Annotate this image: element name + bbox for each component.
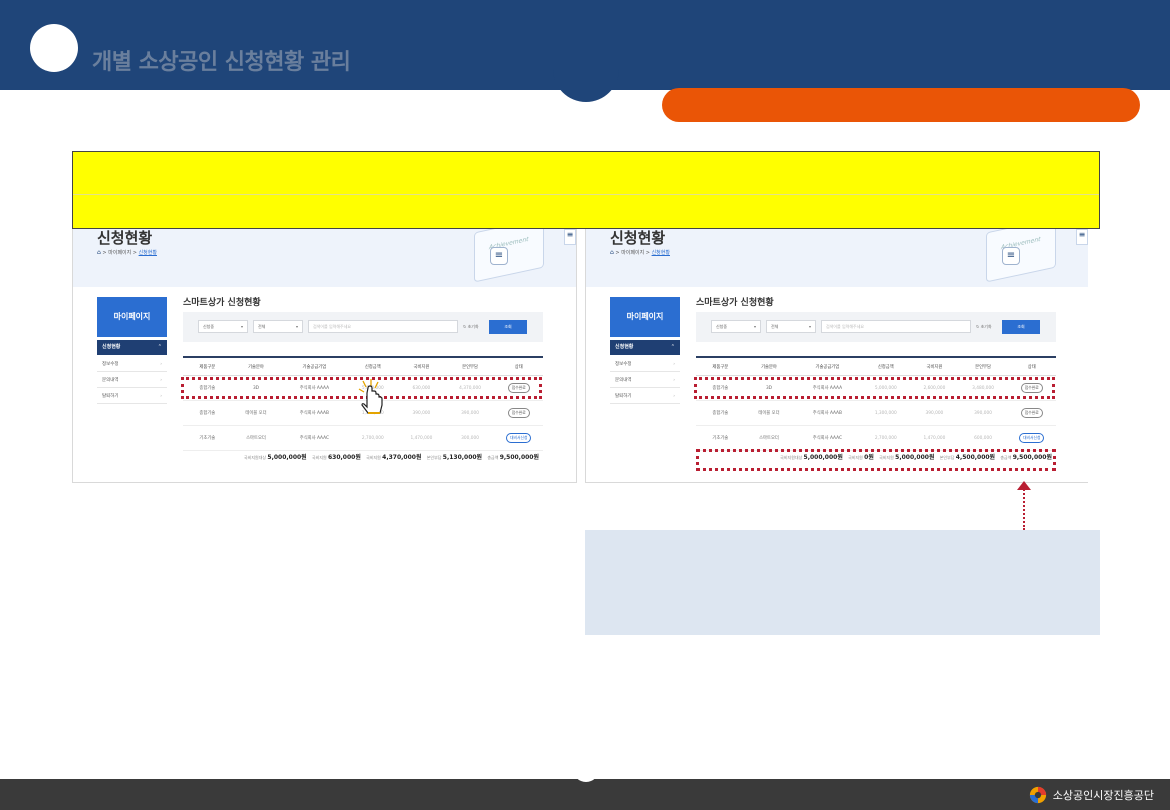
chevron-up-icon: ⌃ [157, 344, 162, 350]
chevron-right-icon: › [673, 378, 675, 383]
org-logo: 소상공인시장진흥공단 [1029, 786, 1154, 804]
chevron-down-icon: ▾ [753, 324, 756, 329]
status-select[interactable]: 신청중 ▾ [711, 320, 761, 333]
search-button[interactable]: 조회 [1002, 320, 1040, 334]
status-badge[interactable]: 접수완료 [507, 408, 530, 418]
panel-page-title: 신청현황 [610, 229, 666, 247]
chevron-down-icon: ▾ [240, 324, 243, 329]
status-badge[interactable]: 대비서신청 [505, 433, 532, 443]
org-logo-icon [1029, 786, 1046, 804]
home-icon[interactable]: ⌂ [97, 249, 101, 256]
table-row[interactable]: 기초기술 스마트오더 주식회사 AAAC 2,700,000 1,470,000… [696, 426, 1056, 451]
sidebar-item[interactable]: 탈퇴하기 › [610, 389, 680, 404]
filter-bar: 신청중 ▾ 전체 ▾ 검색어를 입력해주세요 ↻ 초기화 조회 [696, 312, 1056, 342]
section-title: 스마트상가 신청현황 [696, 298, 774, 308]
page-title: 개별 소상공인 신청현황 관리 [92, 50, 351, 75]
breadcrumb: ⌂ > 마이페이지 > 신청현황 [97, 249, 157, 256]
breadcrumb-current[interactable]: 신청현황 [652, 250, 670, 256]
hand-cursor-icon [353, 377, 393, 417]
highlight-row-box [694, 377, 1055, 399]
status-badge[interactable]: 대비서신청 [1018, 433, 1045, 443]
filter-bar: 신청중 ▾ 전체 ▾ 검색어를 입력해주세요 ↻ 초기화 조회 [183, 312, 543, 342]
orange-label-bar [662, 88, 1140, 122]
type-select[interactable]: 전체 ▾ [766, 320, 816, 333]
status-badge[interactable]: 접수완료 [1020, 408, 1043, 418]
sidebar-item[interactable]: 정보수정 › [97, 357, 167, 372]
breadcrumb-item[interactable]: 마이페이지 [108, 250, 131, 256]
header-tab-notch [553, 62, 619, 102]
annotation-arrow-line [1023, 486, 1025, 530]
menu-edge-icon[interactable]: ≡ [1076, 229, 1088, 245]
home-icon[interactable]: ⌂ [610, 249, 614, 256]
sidebar-item[interactable]: 정보수정 › [610, 357, 680, 372]
chevron-right-icon: › [160, 394, 162, 399]
breadcrumb-current[interactable]: 신청현황 [139, 250, 157, 256]
sidebar-item[interactable]: 문의내역 › [610, 373, 680, 388]
sidebar-heading: 마이페이지 [97, 297, 167, 337]
table-row[interactable]: 기초기술 스마트오더 주식회사 AAAC 2,700,000 1,470,000… [183, 426, 543, 451]
chevron-up-icon: ⌃ [670, 344, 675, 350]
summary-totals: 국비지원대상 5,000,000원 국비지원 630,000원 국비지원 4,3… [244, 454, 539, 461]
panel-banner: 신청현황 ⌂ > 마이페이지 > 신청현황 Achievement ≡ ≡ [73, 219, 576, 287]
sidebar-item[interactable]: 탈퇴하기 › [97, 389, 167, 404]
reset-button[interactable]: ↻ 초기화 [463, 320, 479, 333]
sidebar-item-active[interactable]: 신청현황 ⌃ [97, 340, 167, 355]
menu-edge-icon[interactable]: ≡ [564, 229, 576, 245]
arrow-up-icon [1017, 481, 1031, 490]
note-box [585, 530, 1100, 635]
footer-bar [0, 779, 1170, 810]
screenshot-after: 신청현황 ⌂ > 마이페이지 > 신청현황 Achievement ≡ ≡ 마이… [585, 218, 1088, 483]
banner-divider [73, 194, 1099, 195]
org-name: 소상공인시장진흥공단 [1052, 789, 1154, 802]
chevron-right-icon: › [673, 394, 675, 399]
table-header: 제품구분 기술분야 기술공급기업 신청금액 국비지원 본인부담 상태 [183, 356, 543, 376]
menu-icon[interactable]: ≡ [490, 247, 508, 265]
panel-page-title: 신청현황 [97, 229, 153, 247]
sidebar-item-active[interactable]: 신청현황 ⌃ [610, 340, 680, 355]
sidebar-heading: 마이페이지 [610, 297, 680, 337]
chevron-right-icon: › [160, 362, 162, 367]
search-input[interactable]: 검색어를 입력해주세요 [308, 320, 458, 333]
menu-icon[interactable]: ≡ [1002, 247, 1020, 265]
panel-banner: 신청현황 ⌂ > 마이페이지 > 신청현황 Achievement ≡ ≡ [586, 219, 1088, 287]
search-input[interactable]: 검색어를 입력해주세요 [821, 320, 971, 333]
search-button[interactable]: 조회 [489, 320, 527, 334]
highlight-summary-box [696, 449, 1056, 471]
breadcrumb-item[interactable]: 마이페이지 [621, 250, 644, 256]
table-header: 제품구분 기술분야 기술공급기업 신청금액 국비지원 본인부담 상태 [696, 356, 1056, 376]
chevron-down-icon: ▾ [295, 324, 298, 329]
application-table: 제품구분 기술분야 기술공급기업 신청금액 국비지원 본인부담 상태 종합기술 … [696, 356, 1056, 451]
chevron-right-icon: › [673, 362, 675, 367]
table-row[interactable]: 종합기술 테이블 오더 주식회사 AAAB 1,300,000 390,000 … [696, 401, 1056, 426]
chevron-right-icon: › [160, 378, 162, 383]
section-title: 스마트상가 신청현황 [183, 298, 261, 308]
highlight-banner [72, 151, 1100, 229]
status-select[interactable]: 신청중 ▾ [198, 320, 248, 333]
screenshot-before: 신청현황 ⌂ > 마이페이지 > 신청현황 Achievement ≡ ≡ 마이… [72, 218, 577, 483]
reset-button[interactable]: ↻ 초기화 [976, 320, 992, 333]
type-select[interactable]: 전체 ▾ [253, 320, 303, 333]
sidebar-item[interactable]: 문의내역 › [97, 373, 167, 388]
chevron-down-icon: ▾ [808, 324, 811, 329]
header-badge-circle [30, 24, 78, 72]
breadcrumb: ⌂ > 마이페이지 > 신청현황 [610, 249, 670, 256]
